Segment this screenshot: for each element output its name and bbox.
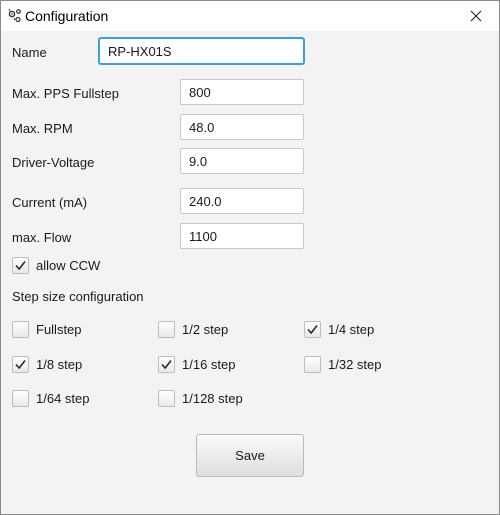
allow-ccw-checkbox[interactable]: allow CCW: [12, 257, 100, 274]
step-config-heading: Step size configuration: [12, 289, 144, 304]
name-label: Name: [12, 45, 47, 60]
checkbox-box[interactable]: [158, 356, 175, 373]
step-option-label: 1/128 step: [182, 391, 243, 406]
current-label: Current (mA): [12, 195, 88, 210]
title-bar[interactable]: Configuration: [1, 1, 499, 31]
max-rpm-field[interactable]: [180, 114, 304, 140]
step-option-label: 1/64 step: [36, 391, 90, 406]
step-option-label: 1/8 step: [36, 357, 83, 372]
step-option-sixteenth[interactable]: 1/16 step: [158, 356, 236, 373]
checkbox-box[interactable]: [12, 257, 29, 274]
checkmark-icon: [15, 360, 26, 370]
driver-voltage-label: Driver-Voltage: [12, 155, 95, 170]
driver-voltage-field[interactable]: [180, 148, 304, 174]
step-option-label: 1/4 step: [328, 322, 375, 337]
configuration-window: Configuration Name Max. PPS Fullstep Max…: [0, 0, 500, 515]
name-field[interactable]: [99, 38, 304, 64]
checkbox-box[interactable]: [304, 321, 321, 338]
step-option-sixty-fourth[interactable]: 1/64 step: [12, 390, 90, 407]
checkbox-box[interactable]: [158, 321, 175, 338]
close-button[interactable]: [453, 1, 499, 31]
gear-icon: [7, 8, 23, 24]
max-flow-label: max. Flow: [12, 230, 72, 245]
allow-ccw-label: allow CCW: [36, 258, 101, 273]
max-flow-field[interactable]: [180, 223, 304, 249]
checkmark-icon: [161, 360, 172, 370]
step-option-one-twenty-eighth[interactable]: 1/128 step: [158, 390, 243, 407]
window-title: Configuration: [25, 8, 109, 24]
step-option-fullstep[interactable]: Fullstep: [12, 321, 82, 338]
checkbox-box[interactable]: [12, 390, 29, 407]
max-rpm-label: Max. RPM: [12, 121, 73, 136]
save-button[interactable]: Save: [196, 434, 304, 477]
checkmark-icon: [15, 261, 26, 271]
max-pps-fullstep-field[interactable]: [180, 79, 304, 105]
checkmark-icon: [307, 325, 318, 335]
step-option-label: 1/32 step: [328, 357, 382, 372]
step-option-label: Fullstep: [36, 322, 82, 337]
max-pps-fullstep-label: Max. PPS Fullstep: [12, 86, 119, 101]
checkbox-box[interactable]: [158, 390, 175, 407]
step-option-eighth[interactable]: 1/8 step: [12, 356, 82, 373]
checkbox-box[interactable]: [304, 356, 321, 373]
step-option-half[interactable]: 1/2 step: [158, 321, 228, 338]
step-option-thirty-second[interactable]: 1/32 step: [304, 356, 382, 373]
current-field[interactable]: [180, 188, 304, 214]
checkbox-box[interactable]: [12, 321, 29, 338]
step-option-label: 1/2 step: [182, 322, 229, 337]
step-option-quarter[interactable]: 1/4 step: [304, 321, 374, 338]
step-option-label: 1/16 step: [182, 357, 236, 372]
close-icon: [470, 10, 482, 22]
checkbox-box[interactable]: [12, 356, 29, 373]
